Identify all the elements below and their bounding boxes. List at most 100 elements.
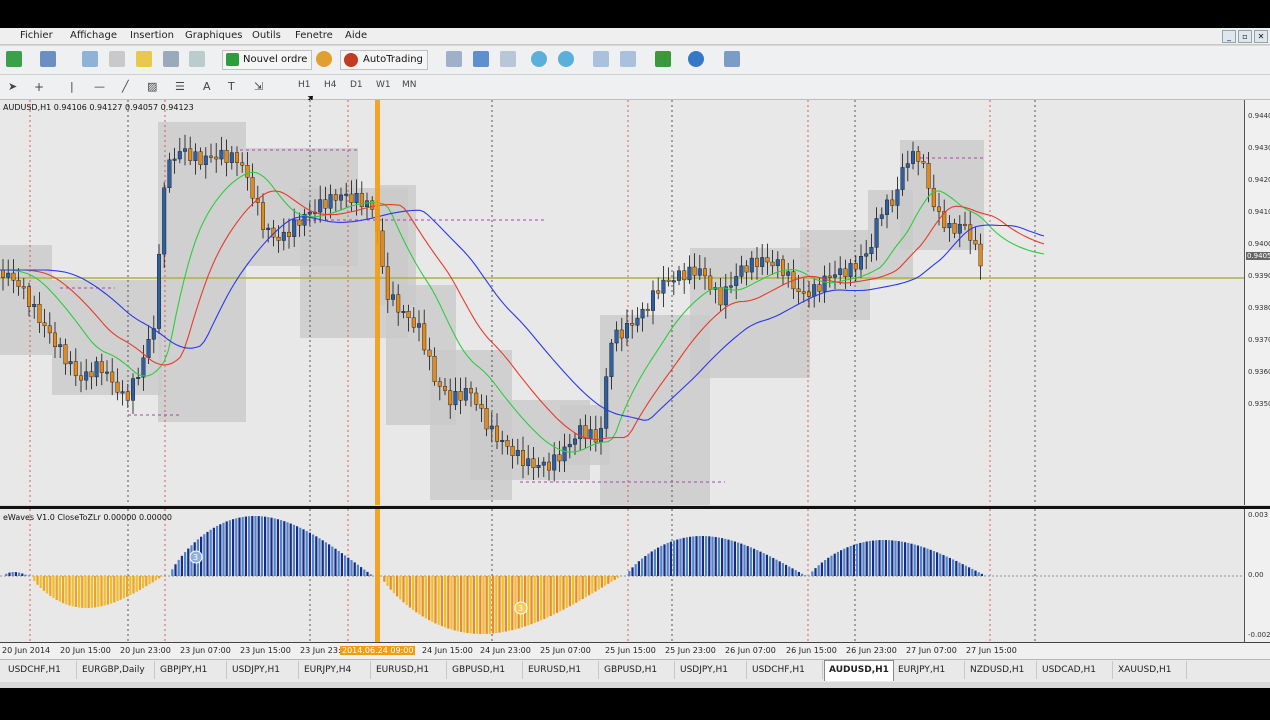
histogram-bar [607, 576, 610, 584]
chart-tab[interactable]: USDCAD,H1 [1038, 661, 1113, 679]
histogram-bar [785, 564, 788, 576]
histogram-bar [68, 576, 71, 606]
navigator-icon[interactable] [136, 51, 152, 67]
candle-body [27, 286, 32, 307]
histogram-bar [389, 576, 392, 590]
histogram-bar [698, 536, 701, 576]
histogram-bar [206, 531, 209, 576]
new-chart-icon[interactable] [6, 51, 22, 67]
histogram-bar [830, 555, 833, 576]
chart-tab[interactable]: EURGBP,Daily [78, 661, 155, 679]
histogram-bar [78, 576, 81, 608]
histogram-bar [530, 576, 533, 625]
profiles-icon[interactable] [40, 51, 56, 67]
menu-item-5[interactable]: Fenetre [295, 30, 333, 41]
chart-tab[interactable]: AUDUSD,H1 [824, 660, 894, 681]
histogram-bar [113, 576, 116, 603]
chart-tab[interactable]: GBPUSD,H1 [600, 661, 675, 679]
market-watch-icon[interactable] [82, 51, 98, 67]
histogram-bar [610, 576, 613, 582]
histogram-bar [312, 534, 315, 576]
trendline-icon[interactable]: ╱ [122, 80, 129, 93]
histogram-bar [717, 537, 720, 576]
histogram-bar [431, 576, 434, 622]
histogram-bar [581, 576, 584, 600]
histogram-bar [33, 576, 36, 582]
chart-shift-icon[interactable] [620, 51, 636, 67]
chart-tab[interactable]: EURJPY,H4 [300, 661, 371, 679]
templates-icon[interactable] [724, 51, 740, 67]
data-window-icon[interactable] [109, 51, 125, 67]
chart-symbol-info: AUDUSD,H1 0.94106 0.94127 0.94057 0.9412… [3, 103, 194, 112]
zoom-out-icon[interactable] [558, 51, 574, 67]
candle-body [6, 272, 11, 278]
restore-icon[interactable]: ▫ [1238, 30, 1252, 43]
timeframe-w1[interactable]: W1 [376, 80, 391, 90]
text-icon[interactable]: A [203, 80, 211, 93]
histogram-bar [778, 561, 781, 576]
histogram-bar [396, 576, 399, 597]
timeframe-h1[interactable]: H1 [298, 80, 311, 90]
channel-icon[interactable]: ▨ [147, 80, 157, 93]
histogram-bar [929, 549, 932, 576]
periods-icon[interactable] [688, 51, 704, 67]
histogram-bar [958, 562, 961, 576]
chart-tab[interactable]: NZDUSD,H1 [966, 661, 1037, 679]
menu-item-2[interactable]: Insertion [130, 30, 174, 41]
chart-tab[interactable]: USDJPY,H1 [228, 661, 299, 679]
horizontal-line-icon[interactable]: — [94, 80, 105, 93]
fibonacci-icon[interactable]: ☰ [175, 80, 185, 93]
chart-tab[interactable]: GBPUSD,H1 [448, 661, 523, 679]
histogram-bar [740, 543, 743, 576]
candle-body [240, 162, 245, 166]
indicators-icon[interactable] [655, 51, 671, 67]
vertical-line-icon[interactable]: | [70, 80, 74, 93]
chart-tab[interactable]: EURUSD,H1 [524, 661, 599, 679]
chart-tab[interactable]: GBPJPY,H1 [156, 661, 227, 679]
chart-tab[interactable]: EURJPY,H1 [894, 661, 965, 679]
indicator-window[interactable]: 33 [0, 509, 1244, 642]
histogram-bar [840, 550, 843, 576]
chart-tab[interactable]: USDCHF,H1 [748, 661, 823, 679]
menu-item-1[interactable]: Affichage [70, 30, 117, 41]
time-label: 27 Jun 07:00 [906, 646, 957, 655]
tester-icon[interactable] [189, 51, 205, 67]
histogram-bar [148, 576, 151, 585]
candle-body [224, 149, 229, 163]
auto-scroll-icon[interactable] [593, 51, 609, 67]
candle-body [557, 454, 562, 462]
candlestick-icon[interactable] [473, 51, 489, 67]
close-icon[interactable]: ✕ [1254, 30, 1268, 43]
histogram-bar [856, 543, 859, 576]
histogram-bar [308, 532, 311, 576]
chart-tab[interactable]: EURUSD,H1 [372, 661, 447, 679]
minimize-icon[interactable]: _ [1222, 30, 1236, 43]
histogram-bar [759, 551, 762, 576]
new-order-button[interactable]: Nouvel ordre [222, 50, 313, 70]
terminal-icon[interactable] [163, 51, 179, 67]
histogram-bar [103, 576, 106, 606]
menu-item-0[interactable]: Fichier [20, 30, 53, 41]
crosshair-icon[interactable]: + [34, 80, 44, 94]
candle-body [812, 284, 817, 297]
price-chart[interactable] [0, 100, 1244, 505]
timeframe-d1[interactable]: D1 [350, 80, 363, 90]
chart-tab[interactable]: XAUUSD,H1 [1114, 661, 1187, 679]
arrows-icon[interactable]: ⇲ [254, 80, 263, 93]
label-icon[interactable]: T [228, 80, 235, 93]
timeframe-mn[interactable]: MN [402, 80, 417, 90]
chart-tab[interactable]: USDJPY,H1 [676, 661, 747, 679]
zoom-in-icon[interactable] [531, 51, 547, 67]
chart-tab[interactable]: USDCHF,H1 [4, 661, 77, 679]
menu-item-6[interactable]: Aide [345, 30, 367, 41]
expert-icon[interactable] [316, 51, 332, 67]
menu-item-3[interactable]: Graphiques [185, 30, 243, 41]
price-label: 0.9420 [1248, 176, 1270, 184]
candle-body [495, 425, 500, 442]
menu-item-4[interactable]: Outils [252, 30, 281, 41]
cursor-icon[interactable]: ➤ [8, 80, 17, 93]
autotrading-button[interactable]: AutoTrading [340, 50, 428, 70]
timeframe-h4[interactable]: H4 [324, 80, 337, 90]
line-chart-icon[interactable] [500, 51, 516, 67]
bar-chart-icon[interactable] [446, 51, 462, 67]
